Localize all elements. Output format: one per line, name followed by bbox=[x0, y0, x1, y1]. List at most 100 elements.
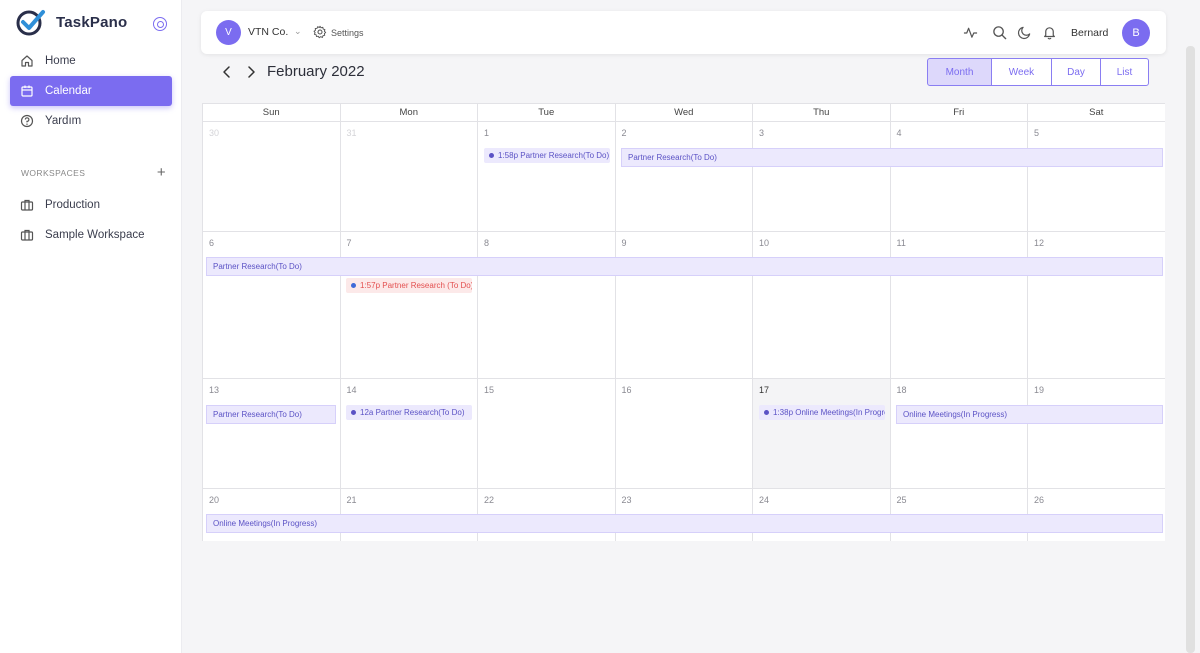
calendar-event[interactable]: 12a Partner Research(To Do) bbox=[346, 405, 472, 420]
day-number[interactable]: 22 bbox=[484, 495, 494, 505]
day-cell[interactable]: 2 bbox=[615, 122, 753, 232]
chevron-left-icon[interactable] bbox=[220, 64, 234, 80]
calendar-icon bbox=[21, 85, 33, 97]
day-cell[interactable]: 12 bbox=[1028, 232, 1165, 379]
day-number[interactable]: 9 bbox=[622, 238, 627, 248]
nav-item-label: Calendar bbox=[45, 85, 92, 97]
day-number[interactable]: 21 bbox=[347, 495, 357, 505]
day-number[interactable]: 12 bbox=[1034, 238, 1044, 248]
day-cell[interactable]: 9 bbox=[615, 232, 753, 379]
calendar-event-span[interactable]: Online Meetings(In Progress) bbox=[896, 405, 1163, 424]
calendar-event[interactable]: 1:57p Partner Research (To Do) bbox=[346, 278, 472, 293]
moon-icon[interactable] bbox=[1017, 25, 1032, 40]
chevron-down-icon[interactable]: ⌄ bbox=[294, 26, 302, 37]
day-cell[interactable]: 16 bbox=[615, 379, 753, 489]
day-number[interactable]: 23 bbox=[622, 495, 632, 505]
day-cell[interactable]: 4 bbox=[890, 122, 1028, 232]
workspaces-header: WORKSPACES + bbox=[21, 164, 166, 181]
view-month-button[interactable]: Month bbox=[927, 58, 992, 86]
bell-icon[interactable] bbox=[1042, 25, 1057, 40]
workspace-item-production[interactable]: Production bbox=[10, 190, 172, 220]
day-number[interactable]: 2 bbox=[622, 128, 627, 138]
calendar-event-span[interactable]: Partner Research(To Do) bbox=[621, 148, 1163, 167]
day-number[interactable]: 11 bbox=[897, 238, 906, 248]
nav-item-label: Yardım bbox=[45, 115, 82, 127]
day-cell[interactable]: 15 bbox=[478, 379, 616, 489]
day-number[interactable]: 16 bbox=[622, 385, 632, 395]
day-cell[interactable]: 11 bbox=[890, 232, 1028, 379]
day-cell[interactable]: 5 bbox=[1028, 122, 1165, 232]
briefcase-icon bbox=[20, 229, 34, 241]
day-number[interactable]: 25 bbox=[897, 495, 907, 505]
event-label: 1:38p Online Meetings(In Progress) bbox=[773, 408, 885, 417]
day-number[interactable]: 5 bbox=[1034, 128, 1039, 138]
day-number[interactable]: 6 bbox=[209, 238, 214, 248]
view-week-button[interactable]: Week bbox=[991, 58, 1052, 86]
nav-item-calendar[interactable]: Calendar bbox=[10, 76, 172, 106]
collapse-sidebar-icon[interactable] bbox=[153, 17, 167, 31]
day-number[interactable]: 17 bbox=[759, 385, 769, 395]
page-scrollbar[interactable] bbox=[1186, 46, 1195, 653]
add-workspace-icon[interactable]: + bbox=[157, 164, 166, 181]
search-icon[interactable] bbox=[992, 25, 1007, 40]
calendar-event-span[interactable]: Online Meetings(In Progress) bbox=[206, 514, 1163, 533]
calendar-event-span[interactable]: Partner Research(To Do) bbox=[206, 405, 336, 424]
day-cell[interactable]: 18 bbox=[890, 379, 1028, 489]
calendar-event-span[interactable]: Partner Research(To Do) bbox=[206, 257, 1163, 276]
nav-item-help[interactable]: Yardım bbox=[10, 106, 172, 136]
calendar-event[interactable]: 1:58p Partner Research(To Do) bbox=[484, 148, 610, 163]
event-dot-icon bbox=[351, 410, 356, 415]
day-cell[interactable]: 6 bbox=[203, 232, 341, 379]
day-number[interactable]: 19 bbox=[1034, 385, 1044, 395]
weekday-label: Sat bbox=[1028, 104, 1165, 122]
day-number[interactable]: 30 bbox=[209, 128, 219, 138]
day-cell[interactable]: 10 bbox=[753, 232, 891, 379]
day-number[interactable]: 4 bbox=[897, 128, 902, 138]
settings-link[interactable]: Settings bbox=[331, 28, 364, 38]
day-cell[interactable]: 1 bbox=[478, 122, 616, 232]
day-cell[interactable]: 13 bbox=[203, 379, 341, 489]
activity-icon[interactable] bbox=[963, 25, 978, 40]
day-number[interactable]: 14 bbox=[347, 385, 357, 395]
day-number[interactable]: 15 bbox=[484, 385, 494, 395]
weekday-label: Thu bbox=[753, 104, 891, 122]
view-list-button[interactable]: List bbox=[1100, 58, 1149, 86]
user-avatar[interactable]: B bbox=[1122, 19, 1150, 47]
weekday-label: Mon bbox=[340, 104, 478, 122]
app-logo[interactable]: TaskPano bbox=[16, 8, 127, 36]
home-icon bbox=[21, 55, 33, 67]
chevron-right-icon[interactable] bbox=[244, 64, 258, 80]
nav-item-label: Home bbox=[45, 55, 76, 67]
day-number[interactable]: 26 bbox=[1034, 495, 1044, 505]
day-number[interactable]: 3 bbox=[759, 128, 764, 138]
view-day-button[interactable]: Day bbox=[1051, 58, 1101, 86]
weekday-label: Wed bbox=[615, 104, 753, 122]
day-number[interactable]: 10 bbox=[759, 238, 769, 248]
day-number[interactable]: 20 bbox=[209, 495, 219, 505]
day-number[interactable]: 1 bbox=[484, 128, 489, 138]
day-cell[interactable]: 31 bbox=[340, 122, 478, 232]
day-cell[interactable]: 8 bbox=[478, 232, 616, 379]
day-number[interactable]: 13 bbox=[209, 385, 219, 395]
week-row: 13 14 15 16 17 18 19 Partner Research(To… bbox=[203, 379, 1165, 489]
day-cell[interactable]: 14 bbox=[340, 379, 478, 489]
day-cell-today[interactable]: 17 bbox=[753, 379, 891, 489]
day-cell[interactable]: 3 bbox=[753, 122, 891, 232]
event-label: Online Meetings(In Progress) bbox=[213, 519, 318, 528]
day-number[interactable]: 8 bbox=[484, 238, 489, 248]
day-number[interactable]: 24 bbox=[759, 495, 769, 505]
view-switcher: Month Week Day List bbox=[927, 58, 1149, 86]
day-number[interactable]: 18 bbox=[897, 385, 907, 395]
org-name[interactable]: VTN Co. bbox=[248, 26, 288, 38]
gear-icon[interactable] bbox=[313, 25, 327, 39]
nav-item-home[interactable]: Home bbox=[10, 46, 172, 76]
day-number[interactable]: 7 bbox=[347, 238, 352, 248]
org-avatar[interactable]: V bbox=[216, 20, 241, 45]
day-cell[interactable]: 7 bbox=[340, 232, 478, 379]
user-name[interactable]: Bernard bbox=[1071, 27, 1108, 39]
workspace-item-sample[interactable]: Sample Workspace bbox=[10, 220, 172, 250]
day-cell[interactable]: 19 bbox=[1028, 379, 1165, 489]
day-cell[interactable]: 30 bbox=[203, 122, 341, 232]
day-number[interactable]: 31 bbox=[347, 128, 357, 138]
calendar-event[interactable]: 1:38p Online Meetings(In Progress) bbox=[759, 405, 885, 420]
